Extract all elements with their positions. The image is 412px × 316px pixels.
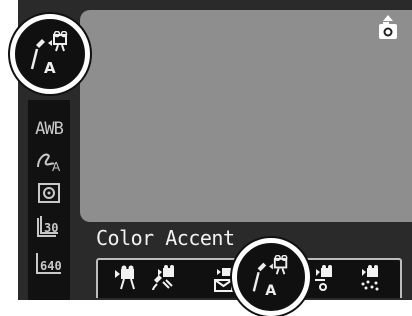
metering-item[interactable] xyxy=(28,178,70,208)
my-colors-icon: A xyxy=(37,153,61,173)
my-colors-item[interactable]: A xyxy=(28,146,70,176)
standard-movie-icon xyxy=(115,265,135,290)
resolution-item[interactable]: 640 xyxy=(28,248,70,278)
current-mode-indicator[interactable]: A xyxy=(10,14,90,94)
awb-icon: AWB xyxy=(35,119,64,139)
svg-text:A: A xyxy=(265,283,276,299)
color-swap-icon xyxy=(315,265,332,292)
mode-color-accent-alt[interactable] xyxy=(146,262,182,294)
frame-rate-item[interactable]: 30 xyxy=(28,212,70,242)
mode-sparkle-movie[interactable] xyxy=(352,262,388,294)
color-accent-icon xyxy=(152,265,174,291)
resolution-value: 640 xyxy=(40,259,62,273)
color-accent-mode-icon: A xyxy=(30,31,68,77)
record-mode-indicator xyxy=(376,14,400,44)
svg-text:A: A xyxy=(44,59,56,77)
color-accent-selected-icon: A xyxy=(252,255,288,299)
mode-standard-movie[interactable] xyxy=(108,262,144,294)
frame-rate-icon: 30 xyxy=(37,216,58,237)
mode-color-swap[interactable] xyxy=(306,262,342,294)
white-balance-item[interactable]: AWB xyxy=(28,114,70,144)
camera-lcd-screen: A AWB A 30 640 Color Accent A xyxy=(0,0,412,316)
sparkle-movie-icon xyxy=(361,265,379,291)
camera-record-mode-icon xyxy=(379,15,397,39)
mode-caption: Color Accent xyxy=(96,226,235,250)
settings-sidebar: AWB A 30 640 xyxy=(28,100,70,300)
frame-rate-value: 30 xyxy=(44,221,58,235)
svg-text:A: A xyxy=(52,160,61,173)
live-view-area xyxy=(80,10,412,222)
selected-mode-highlight[interactable]: A xyxy=(232,238,310,316)
metering-icon xyxy=(38,183,60,203)
resolution-icon: 640 xyxy=(36,253,62,274)
